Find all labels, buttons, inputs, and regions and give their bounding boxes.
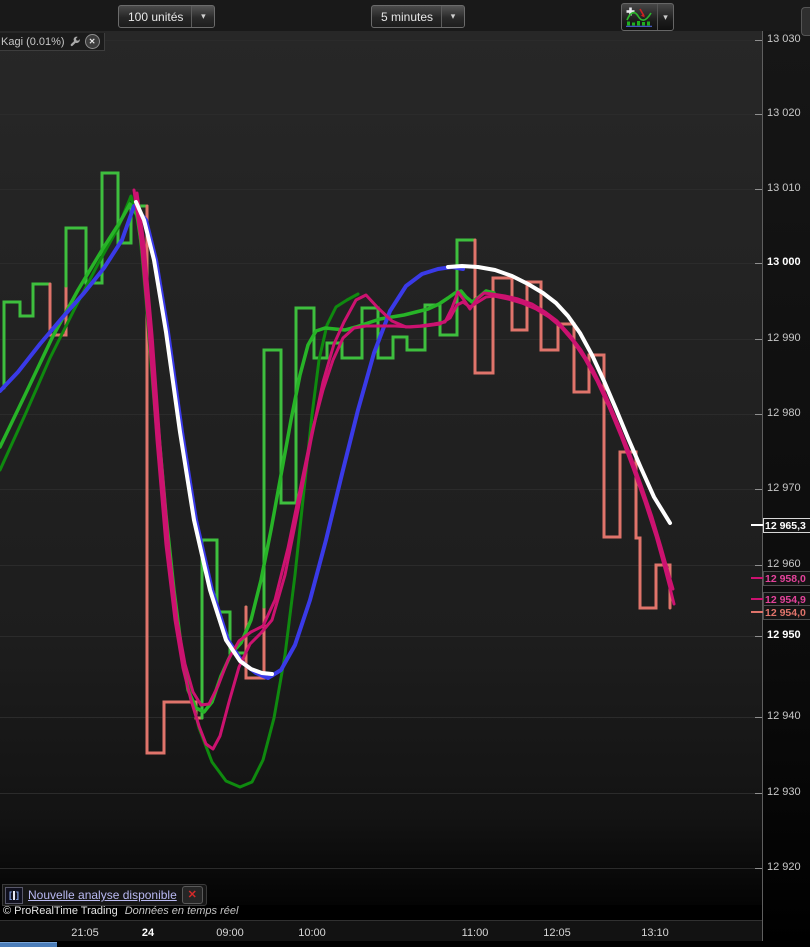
- time-axis-label: 09:00: [216, 927, 244, 939]
- analysis-icon: []: [5, 886, 23, 904]
- price-axis-label: 12 920: [767, 861, 801, 873]
- series-title: Kagi (0.01%): [1, 35, 65, 48]
- collapse-panel-button[interactable]: [801, 7, 810, 36]
- price-axis-label: 13 010: [767, 182, 801, 194]
- bar: [13, 890, 15, 900]
- time-axis-label: 13:10: [641, 927, 669, 939]
- new-analysis-link[interactable]: Nouvelle analyse disponible: [28, 888, 177, 902]
- chevron-down-icon[interactable]: ▾: [441, 6, 465, 27]
- price-axis-label: 13 000: [767, 256, 801, 268]
- time-axis-label: 10:00: [298, 927, 326, 939]
- time-axis-label: 12:05: [543, 927, 571, 939]
- units-dropdown[interactable]: 100 unités ▾: [118, 5, 216, 28]
- chevron-down-icon[interactable]: ▾: [657, 4, 673, 30]
- add-indicator-chart-icon: [622, 4, 657, 30]
- price-axis-label: 13 020: [767, 107, 801, 119]
- price-axis-label: 12 980: [767, 407, 801, 419]
- current-price-marker: 12 965,3: [763, 518, 810, 533]
- price-axis-label: 13 030: [767, 33, 801, 45]
- analysis-notification: [] Nouvelle analyse disponible ✕: [2, 884, 207, 906]
- close-icon[interactable]: ✕: [84, 34, 100, 49]
- chart-series-label: Kagi (0.01%) ✕: [0, 33, 105, 51]
- bracket-right: ]: [16, 889, 19, 900]
- price-axis-label: 12 930: [767, 786, 801, 798]
- price-axis-label: 12 970: [767, 482, 801, 494]
- indicator-price-marker: 12 954,0: [763, 605, 810, 620]
- price-axis-label: 12 940: [767, 710, 801, 722]
- add-indicator-button[interactable]: ▾: [621, 3, 674, 31]
- scrollbar-thumb[interactable]: [0, 942, 57, 947]
- time-axis[interactable]: 21:05 24 09:00 10:00 11:00 12:05 13:10: [0, 920, 762, 942]
- timeframe-dropdown-value: 5 minutes: [381, 9, 434, 24]
- horizontal-scrollbar: [0, 941, 810, 947]
- bracket-left: [: [9, 889, 12, 900]
- units-dropdown-value: 100 unités: [128, 9, 184, 24]
- indicator-price-marker: 12 958,0: [763, 571, 810, 586]
- realtime-text: Données en temps réel: [124, 905, 239, 917]
- time-axis-label: 21:05: [71, 927, 99, 939]
- chart-background: [0, 31, 762, 905]
- top-toolbar: 100 unités ▾ 5 minutes ▾ ▾: [0, 0, 810, 36]
- copyright-text: © ProRealTime Trading: [3, 905, 118, 917]
- trading-chart-window: 100 unités ▾ 5 minutes ▾ ▾ Kagi (0.01%) …: [0, 0, 810, 947]
- timeframe-dropdown[interactable]: 5 minutes ▾: [371, 5, 466, 28]
- price-axis-label: 12 960: [767, 558, 801, 570]
- price-axis-label: 12 950: [767, 629, 801, 641]
- time-axis-label: 24: [141, 927, 155, 939]
- time-axis-label: 11:00: [461, 927, 489, 939]
- price-axis-label: 12 990: [767, 332, 801, 344]
- wrench-icon[interactable]: [69, 36, 81, 48]
- chevron-down-icon[interactable]: ▾: [191, 6, 215, 27]
- footer: © ProRealTime Trading Données en temps ré…: [3, 905, 238, 917]
- close-icon[interactable]: ✕: [181, 886, 203, 904]
